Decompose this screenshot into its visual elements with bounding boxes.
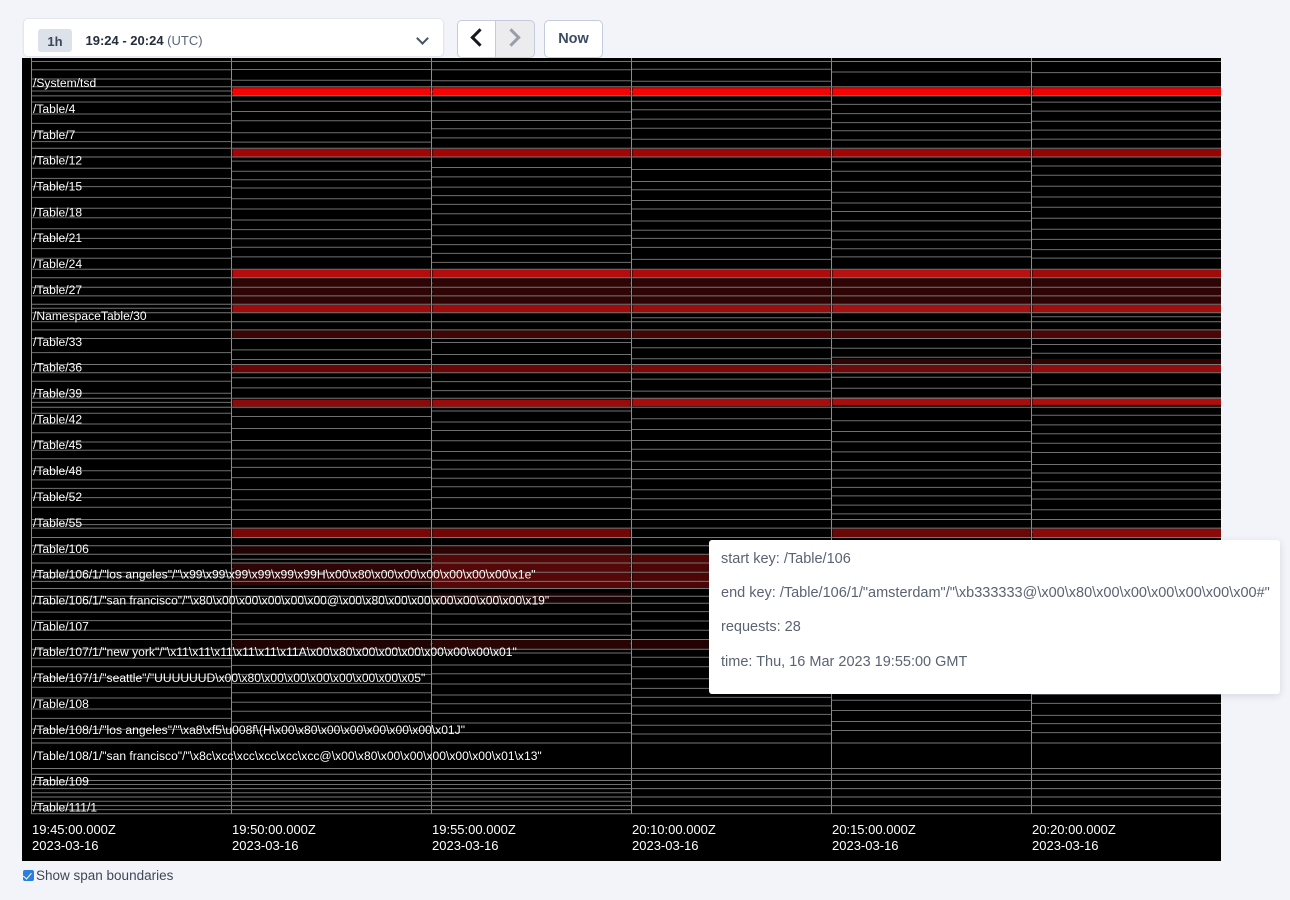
svg-text:20:10:00.000Z: 20:10:00.000Z <box>632 822 716 837</box>
svg-text:19:50:00.000Z: 19:50:00.000Z <box>232 822 316 837</box>
svg-text:/Table/39: /Table/39 <box>33 387 82 401</box>
svg-text:19:45:00.000Z: 19:45:00.000Z <box>32 822 116 837</box>
svg-text:/Table/24: /Table/24 <box>33 257 82 271</box>
svg-text:/Table/42: /Table/42 <box>33 412 82 426</box>
svg-text:/Table/108/1/"los angeles"/"\x: /Table/108/1/"los angeles"/"\xa8\xf5\u00… <box>33 723 465 737</box>
svg-text:/Table/106/1/"san francisco"/": /Table/106/1/"san francisco"/"\x80\x00\x… <box>33 594 549 608</box>
svg-text:/Table/4: /Table/4 <box>33 102 76 116</box>
svg-text:2023-03-16: 2023-03-16 <box>32 838 99 853</box>
svg-text:/Table/21: /Table/21 <box>33 231 82 245</box>
svg-text:/Table/36: /Table/36 <box>33 361 82 375</box>
svg-text:/Table/106: /Table/106 <box>33 542 89 556</box>
svg-text:/Table/45: /Table/45 <box>33 438 82 452</box>
svg-text:20:15:00.000Z: 20:15:00.000Z <box>832 822 916 837</box>
svg-text:/NamespaceTable/30: /NamespaceTable/30 <box>33 309 147 323</box>
svg-text:/Table/107/1/"seattle"/"UUUUUU: /Table/107/1/"seattle"/"UUUUUUD\x00\x80\… <box>33 671 425 685</box>
svg-text:/Table/111/1: /Table/111/1 <box>33 801 97 815</box>
svg-text:20:20:00.000Z: 20:20:00.000Z <box>1032 822 1116 837</box>
svg-text:/Table/7: /Table/7 <box>33 128 76 142</box>
svg-text:/Table/108: /Table/108 <box>33 697 89 711</box>
svg-text:/Table/12: /Table/12 <box>33 154 82 168</box>
svg-text:2023-03-16: 2023-03-16 <box>632 838 699 853</box>
svg-text:/Table/18: /Table/18 <box>33 205 82 219</box>
svg-text:2023-03-16: 2023-03-16 <box>832 838 899 853</box>
svg-text:/Table/108/1/"san francisco"/": /Table/108/1/"san francisco"/"\x8c\xcc\x… <box>33 749 542 763</box>
svg-text:/System/tsd: /System/tsd <box>33 76 96 90</box>
svg-text:2023-03-16: 2023-03-16 <box>232 838 299 853</box>
svg-text:/Table/109: /Table/109 <box>33 775 89 789</box>
svg-text:/Table/27: /Table/27 <box>33 283 82 297</box>
svg-text:/Table/107/1/"new york"/"\x11\: /Table/107/1/"new york"/"\x11\x11\x11\x1… <box>33 645 517 659</box>
svg-text:/Table/33: /Table/33 <box>33 335 82 349</box>
svg-text:19:55:00.000Z: 19:55:00.000Z <box>432 822 516 837</box>
svg-text:/Table/106/1/"los angeles"/"\x: /Table/106/1/"los angeles"/"\x99\x99\x99… <box>33 568 536 582</box>
svg-text:2023-03-16: 2023-03-16 <box>432 838 499 853</box>
svg-text:/Table/15: /Table/15 <box>33 180 82 194</box>
svg-text:/Table/52: /Table/52 <box>33 490 82 504</box>
svg-text:/Table/48: /Table/48 <box>33 464 82 478</box>
svg-text:/Table/55: /Table/55 <box>33 516 82 530</box>
svg-text:2023-03-16: 2023-03-16 <box>1032 838 1099 853</box>
svg-text:/Table/107: /Table/107 <box>33 619 89 633</box>
